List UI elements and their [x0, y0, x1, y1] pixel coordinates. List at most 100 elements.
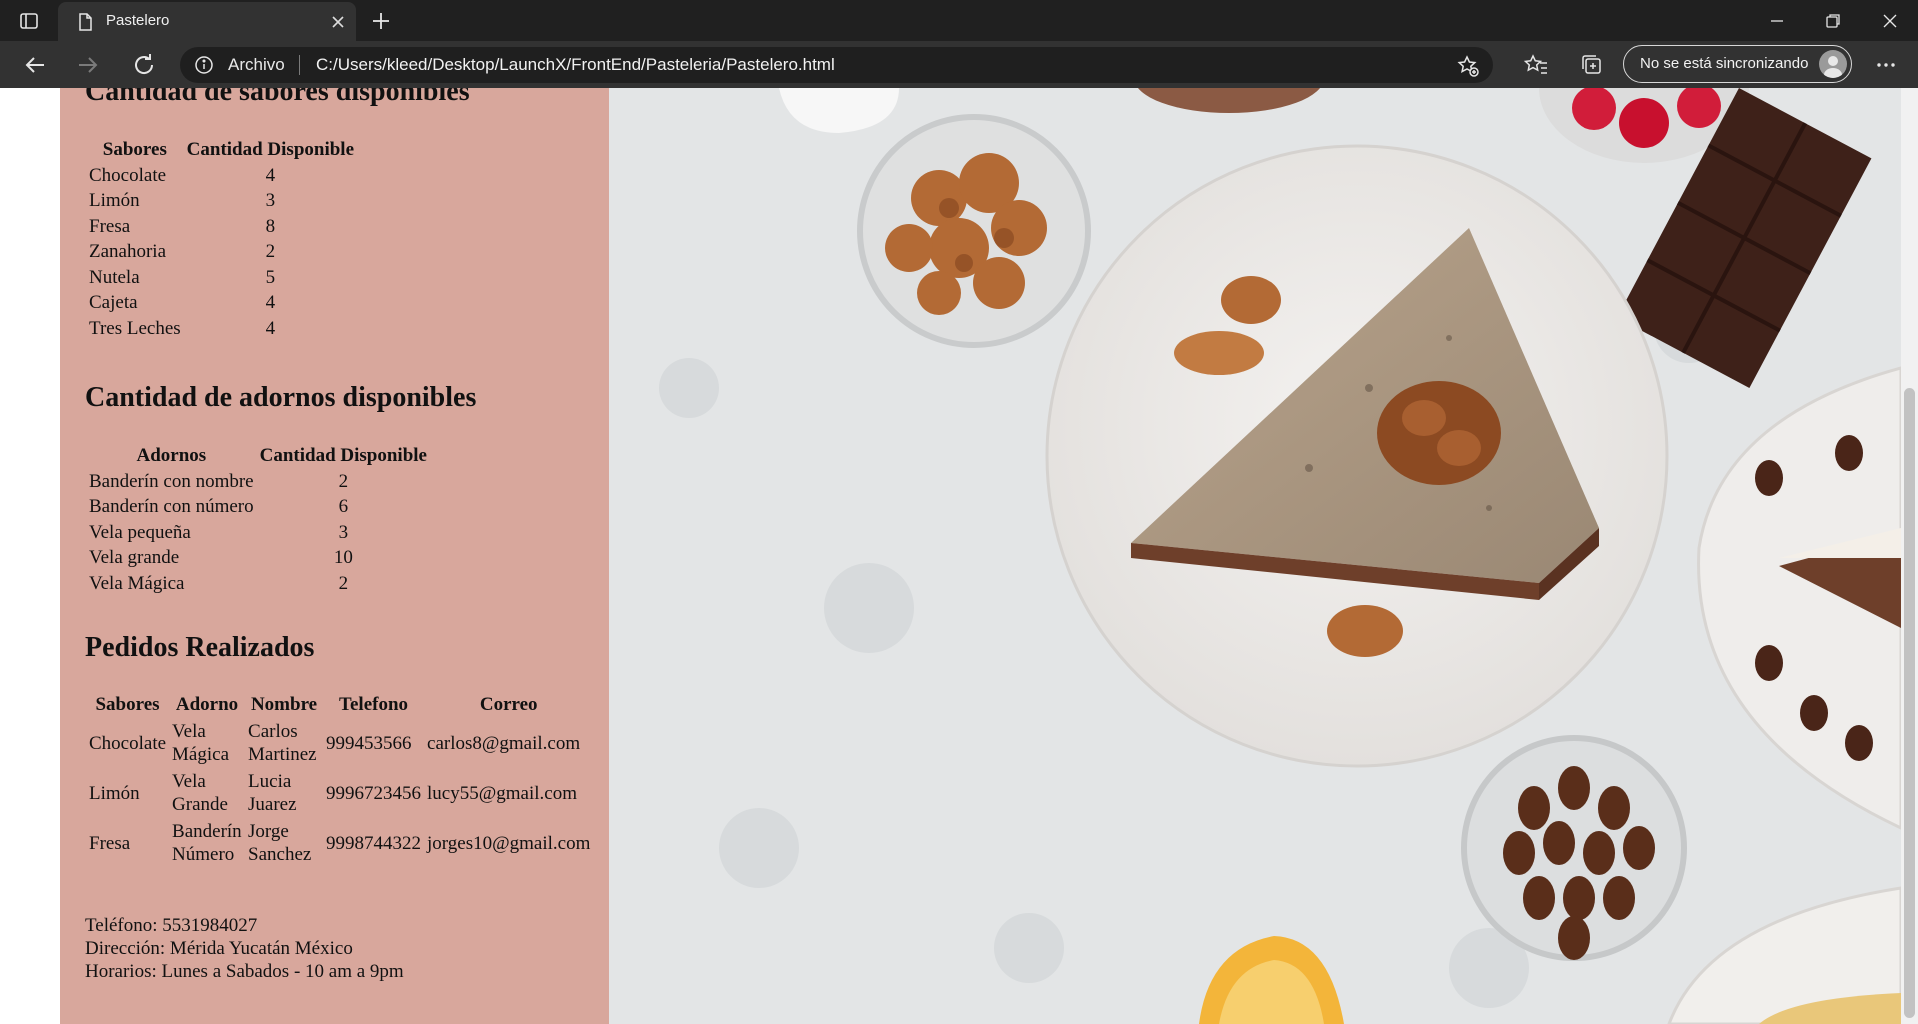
document-icon [79, 13, 92, 31]
info-panel: Cantidad de sabores disponibles Sabores … [60, 88, 609, 1024]
table-cell: jorges10@gmail.com [427, 832, 591, 854]
table-cell: 9996723456 [326, 782, 422, 804]
table-cell: Vela pequeña [89, 521, 191, 543]
favorites-icon[interactable] [1522, 51, 1550, 79]
table-cell: Carlos Martinez [248, 721, 317, 765]
table-row: Nutela 5 [87, 266, 356, 290]
add-favorite-icon[interactable] [1456, 54, 1480, 78]
table-header: Nombre [250, 694, 318, 715]
table-cell: 2 [338, 572, 349, 594]
table-row: Limón 3 [87, 190, 356, 214]
table-cell: Chocolate [89, 164, 167, 186]
table-row: Zanahoria 2 [87, 241, 356, 265]
cake-illustration [609, 88, 1901, 1024]
flavors-table: Sabores Cantidad Disponible Chocolate 4 L… [85, 136, 358, 343]
table-header: Correo [479, 694, 538, 715]
table-header: Adorno [175, 694, 239, 715]
more-options-icon[interactable] [1872, 51, 1900, 79]
flavors-title: Cantidad de sabores disponibles [85, 88, 470, 107]
sync-label: No se está sincronizando [1640, 55, 1809, 72]
table-cell: Limón [89, 782, 140, 804]
contact-info: Teléfono: 5531984027 Dirección: Mérida Y… [85, 914, 404, 983]
forward-icon[interactable] [72, 49, 104, 81]
table-row: Fresa 8 [87, 215, 356, 239]
orders-title: Pedidos Realizados [85, 632, 315, 663]
scrollbar-thumb[interactable] [1904, 388, 1915, 1018]
table-cell: 2 [265, 241, 276, 263]
table-row: Cajeta 4 [87, 292, 356, 316]
table-cell: Nutela [89, 266, 140, 288]
table-cell: Lucia Juarez [248, 771, 297, 815]
table-header: Adornos [136, 445, 207, 466]
address-scheme: Archivo [228, 55, 285, 74]
table-cell: 4 [265, 164, 276, 186]
table-row: Limón Vela Grande Lucia Juarez 999672345… [87, 769, 592, 817]
table-cell: Banderín Número [172, 821, 242, 865]
table-row: Vela grande 10 [87, 547, 429, 571]
table-cell: carlos8@gmail.com [427, 732, 581, 754]
table-row: Banderín con nombre 2 [87, 470, 429, 494]
table-cell: Vela Mágica [172, 721, 230, 765]
contact-phone: Teléfono: 5531984027 [85, 915, 258, 936]
table-header: Sabores [102, 139, 167, 160]
page-scrollbar[interactable] [1901, 88, 1918, 1024]
table-cell: 10 [333, 547, 353, 569]
table-cell: Vela Mágica [89, 572, 185, 594]
contact-hours: Horarios: Lunes a Sabados - 10 am a 9pm [85, 961, 404, 982]
table-cell: 999453566 [326, 732, 412, 754]
table-cell: Fresa [89, 215, 131, 237]
decorations-table: Adornos Cantidad Disponible Banderín con… [85, 442, 431, 598]
new-tab-icon[interactable] [368, 8, 394, 34]
table-cell: 3 [265, 190, 276, 212]
hero-cake-photo [609, 88, 1901, 1024]
close-window-icon[interactable] [1875, 6, 1905, 36]
address-separator [299, 55, 300, 75]
table-cell: Fresa [89, 832, 131, 854]
table-cell: Zanahoria [89, 241, 167, 263]
table-cell: 4 [265, 317, 276, 339]
table-row: Tres Leches 4 [87, 317, 356, 341]
close-tab-icon[interactable] [326, 10, 350, 34]
table-cell: Jorge Sanchez [248, 821, 312, 865]
collections-icon[interactable] [1578, 51, 1606, 79]
table-cell: Banderín con número [89, 496, 254, 518]
table-header-row: Sabores Adorno Nombre Telefono Correo [87, 693, 592, 717]
decorations-title: Cantidad de adornos disponibles [85, 382, 477, 413]
table-header: Cantidad Disponible [186, 139, 355, 160]
table-row: Chocolate Vela Mágica Carlos Martinez 99… [87, 719, 592, 767]
table-row: Fresa Banderín Número Jorge Sanchez 9998… [87, 819, 592, 867]
table-cell: 4 [265, 292, 276, 314]
table-cell: 5 [265, 266, 276, 288]
site-info-icon[interactable] [194, 55, 214, 75]
orders-table: Sabores Adorno Nombre Telefono Correo Ch… [85, 691, 594, 869]
tab-actions-icon[interactable] [18, 10, 40, 32]
page-viewport: Cantidad de sabores disponibles Sabores … [0, 88, 1901, 1024]
table-cell: 2 [338, 470, 349, 492]
table-cell: Cajeta [89, 292, 138, 314]
browser-tab[interactable]: Pastelero [58, 2, 356, 41]
table-cell: 8 [265, 215, 276, 237]
table-cell: Banderín con nombre [89, 470, 254, 492]
refresh-icon[interactable] [128, 49, 160, 81]
tab-title: Pastelero [106, 12, 170, 29]
table-row: Vela pequeña 3 [87, 521, 429, 545]
table-header-row: Adornos Cantidad Disponible [87, 444, 429, 468]
address-url[interactable]: C:/Users/kleed/Desktop/LaunchX/FrontEnd/… [316, 55, 835, 75]
table-header: Cantidad Disponible [259, 445, 427, 466]
address-bar[interactable]: Archivo C:/Users/kleed/Desktop/LaunchX/F… [180, 47, 1493, 83]
table-cell: Tres Leches [89, 317, 181, 339]
browser-titlebar: Pastelero [0, 0, 1918, 41]
sync-status-button[interactable]: No se está sincronizando [1623, 45, 1852, 83]
browser-toolbar: Archivo C:/Users/kleed/Desktop/LaunchX/F… [0, 41, 1918, 88]
table-cell: Limón [89, 190, 140, 212]
table-header: Telefono [339, 694, 409, 715]
table-cell: 9998744322 [326, 832, 422, 854]
restore-icon[interactable] [1818, 6, 1848, 36]
minimize-icon[interactable] [1762, 6, 1792, 36]
avatar [1819, 50, 1847, 78]
table-cell: 3 [338, 521, 349, 543]
table-cell: Chocolate [89, 732, 167, 754]
table-cell: Vela Grande [172, 771, 228, 815]
table-row: Vela Mágica 2 [87, 572, 429, 596]
back-icon[interactable] [19, 49, 51, 81]
